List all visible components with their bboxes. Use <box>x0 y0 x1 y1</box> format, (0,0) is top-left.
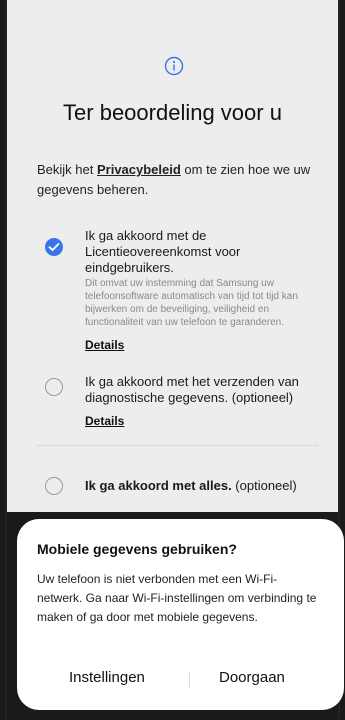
button-separator <box>189 672 190 688</box>
check-circle-icon[interactable] <box>45 238 63 256</box>
dialog-title: Mobiele gegevens gebruiken? <box>37 541 237 557</box>
diagnostics-details-link[interactable]: Details <box>85 414 124 428</box>
divider <box>37 445 318 446</box>
intro-text-before: Bekijk het <box>37 162 97 177</box>
agree-all-label: Ik ga akkoord met alles. (optioneel) <box>85 478 318 494</box>
agree-all-label-bold: Ik ga akkoord met alles. <box>85 478 232 493</box>
mobile-data-dialog: Mobiele gegevens gebruiken? Uw telefoon … <box>17 519 344 710</box>
eula-option[interactable]: Ik ga akkoord met de Licentieovereenkoms… <box>7 228 338 353</box>
page-title: Ter beoordeling voor u <box>63 100 282 125</box>
eula-option-label: Ik ga akkoord met de Licentieovereenkoms… <box>85 228 241 275</box>
privacy-policy-link[interactable]: Privacybeleid <box>97 162 181 177</box>
empty-circle-icon[interactable] <box>45 477 63 495</box>
intro-text: Bekijk het Privacybeleid om te zien hoe … <box>37 160 318 200</box>
eula-option-description: Dit omvat uw instemming dat Samsung uw t… <box>85 278 298 328</box>
info-icon <box>164 56 184 76</box>
agree-all-option[interactable]: Ik ga akkoord met alles. (optioneel) <box>7 477 338 501</box>
diagnostics-option-label: Ik ga akkoord met het verzenden van diag… <box>85 374 299 405</box>
settings-button[interactable]: Instellingen <box>69 669 145 686</box>
dialog-message: Uw telefoon is niet verbonden met een Wi… <box>37 572 317 624</box>
agree-all-label-rest: (optioneel) <box>231 478 297 493</box>
diagnostics-option[interactable]: Ik ga akkoord met het verzenden van diag… <box>7 374 338 429</box>
continue-button[interactable]: Doorgaan <box>219 669 285 686</box>
eula-details-link[interactable]: Details <box>85 338 124 352</box>
empty-circle-icon[interactable] <box>45 378 63 396</box>
